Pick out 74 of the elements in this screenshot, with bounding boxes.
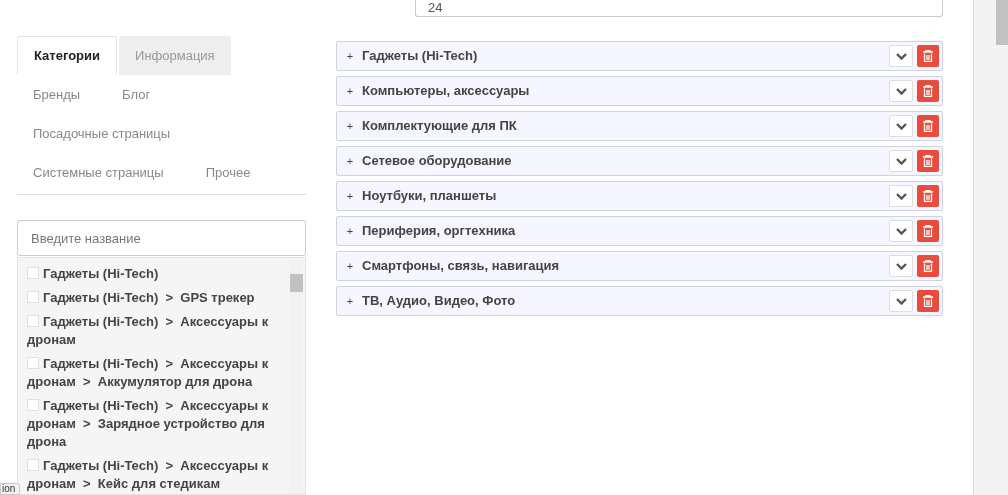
- expand-toggle[interactable]: +: [345, 117, 355, 135]
- tab[interactable]: Прочее: [189, 153, 267, 192]
- category-option[interactable]: Гаджеты (Hi-Tech) > Аксессуары к дронам: [27, 313, 283, 349]
- trash-icon: [923, 190, 933, 202]
- expand-toggle[interactable]: +: [345, 292, 355, 310]
- category-option[interactable]: Гаджеты (Hi-Tech): [27, 265, 283, 283]
- page-scrollbar[interactable]: [973, 0, 1008, 495]
- category-option[interactable]: Гаджеты (Hi-Tech) > Аксессуары к дронам > Аккумулятор для дрона: [27, 355, 283, 391]
- category-option[interactable]: Гаджеты (Hi-Tech) > GPS трекер: [27, 289, 283, 307]
- chevron-down-icon: [895, 227, 907, 235]
- dropdown-button[interactable]: [889, 255, 913, 277]
- checkbox[interactable]: [27, 291, 39, 303]
- expand-toggle[interactable]: +: [345, 257, 355, 275]
- delete-button[interactable]: [917, 255, 939, 277]
- dropdown-button[interactable]: [889, 185, 913, 207]
- tab[interactable]: Бренды: [17, 75, 97, 114]
- chevron-down-icon: [895, 87, 907, 95]
- tooltip: ion: [0, 483, 21, 495]
- tab[interactable]: Посадочные страницы: [17, 114, 187, 153]
- checkbox[interactable]: [27, 267, 39, 279]
- category-name: ТВ, Аудио, Видео, Фото: [362, 292, 517, 311]
- category-name: Ноутбуки, планшеты: [362, 187, 498, 206]
- trash-icon: [923, 225, 933, 237]
- scrollbar-thumb[interactable]: [289, 274, 303, 292]
- delete-button[interactable]: [917, 80, 939, 102]
- search-field[interactable]: Введите название: [17, 220, 306, 256]
- checkbox[interactable]: [27, 399, 39, 411]
- dropdown-button[interactable]: [889, 220, 913, 242]
- expand-toggle[interactable]: +: [345, 222, 355, 240]
- dropdown-button[interactable]: [889, 80, 913, 102]
- trash-icon: [923, 50, 933, 62]
- delete-button[interactable]: [917, 150, 939, 172]
- expand-toggle[interactable]: +: [345, 47, 355, 65]
- category-name: Сетевое оборудование: [362, 152, 513, 171]
- field-value: 24: [428, 1, 443, 14]
- trash-icon: [923, 260, 933, 272]
- chevron-down-icon: [895, 262, 907, 270]
- delete-button[interactable]: [917, 45, 939, 67]
- trash-icon: [923, 295, 933, 307]
- expand-toggle[interactable]: +: [345, 187, 355, 205]
- chevron-down-icon: [895, 297, 907, 305]
- category-name: Гаджеты (Hi-Tech): [362, 47, 479, 66]
- category-option[interactable]: Гаджеты (Hi-Tech) > Аксессуары к дронам > Кейс для стедикам: [27, 457, 283, 493]
- checkbox[interactable]: [27, 357, 39, 369]
- category-name: Комплектующие для ПК: [362, 117, 518, 136]
- delete-button[interactable]: [917, 290, 939, 312]
- trash-icon: [923, 85, 933, 97]
- delete-button[interactable]: [917, 115, 939, 137]
- dropdown-button[interactable]: [889, 45, 913, 67]
- number-field[interactable]: 24: [415, 0, 943, 17]
- checkbox[interactable]: [27, 459, 39, 471]
- trash-icon: [923, 120, 933, 132]
- expand-toggle[interactable]: +: [345, 152, 355, 170]
- tab[interactable]: Категории: [17, 36, 118, 75]
- scrollbar-thumb[interactable]: [996, 0, 1008, 45]
- expand-toggle[interactable]: +: [345, 82, 355, 100]
- delete-button[interactable]: [917, 185, 939, 207]
- category-name: Периферия, оргтехника: [362, 222, 517, 241]
- chevron-down-icon: [895, 52, 907, 60]
- chevron-down-icon: [895, 157, 907, 165]
- category-name: Компьютеры, аксессуары: [362, 82, 531, 101]
- chevron-down-icon: [895, 192, 907, 200]
- delete-button[interactable]: [917, 220, 939, 242]
- dropdown-button[interactable]: [889, 115, 913, 137]
- chevron-down-icon: [895, 122, 907, 130]
- category-option[interactable]: Гаджеты (Hi-Tech) > Аксессуары к дронам > Зарядное устройство для дрона: [27, 397, 283, 451]
- dropdown-button[interactable]: [889, 290, 913, 312]
- trash-icon: [923, 155, 933, 167]
- dropdown-button[interactable]: [889, 150, 913, 172]
- tab[interactable]: Блог: [106, 75, 167, 114]
- checkbox[interactable]: [27, 315, 39, 327]
- category-name: Смартфоны, связь, навигация: [362, 257, 561, 276]
- scrollbar[interactable]: [289, 260, 303, 494]
- tab[interactable]: Системные страницы: [17, 153, 180, 192]
